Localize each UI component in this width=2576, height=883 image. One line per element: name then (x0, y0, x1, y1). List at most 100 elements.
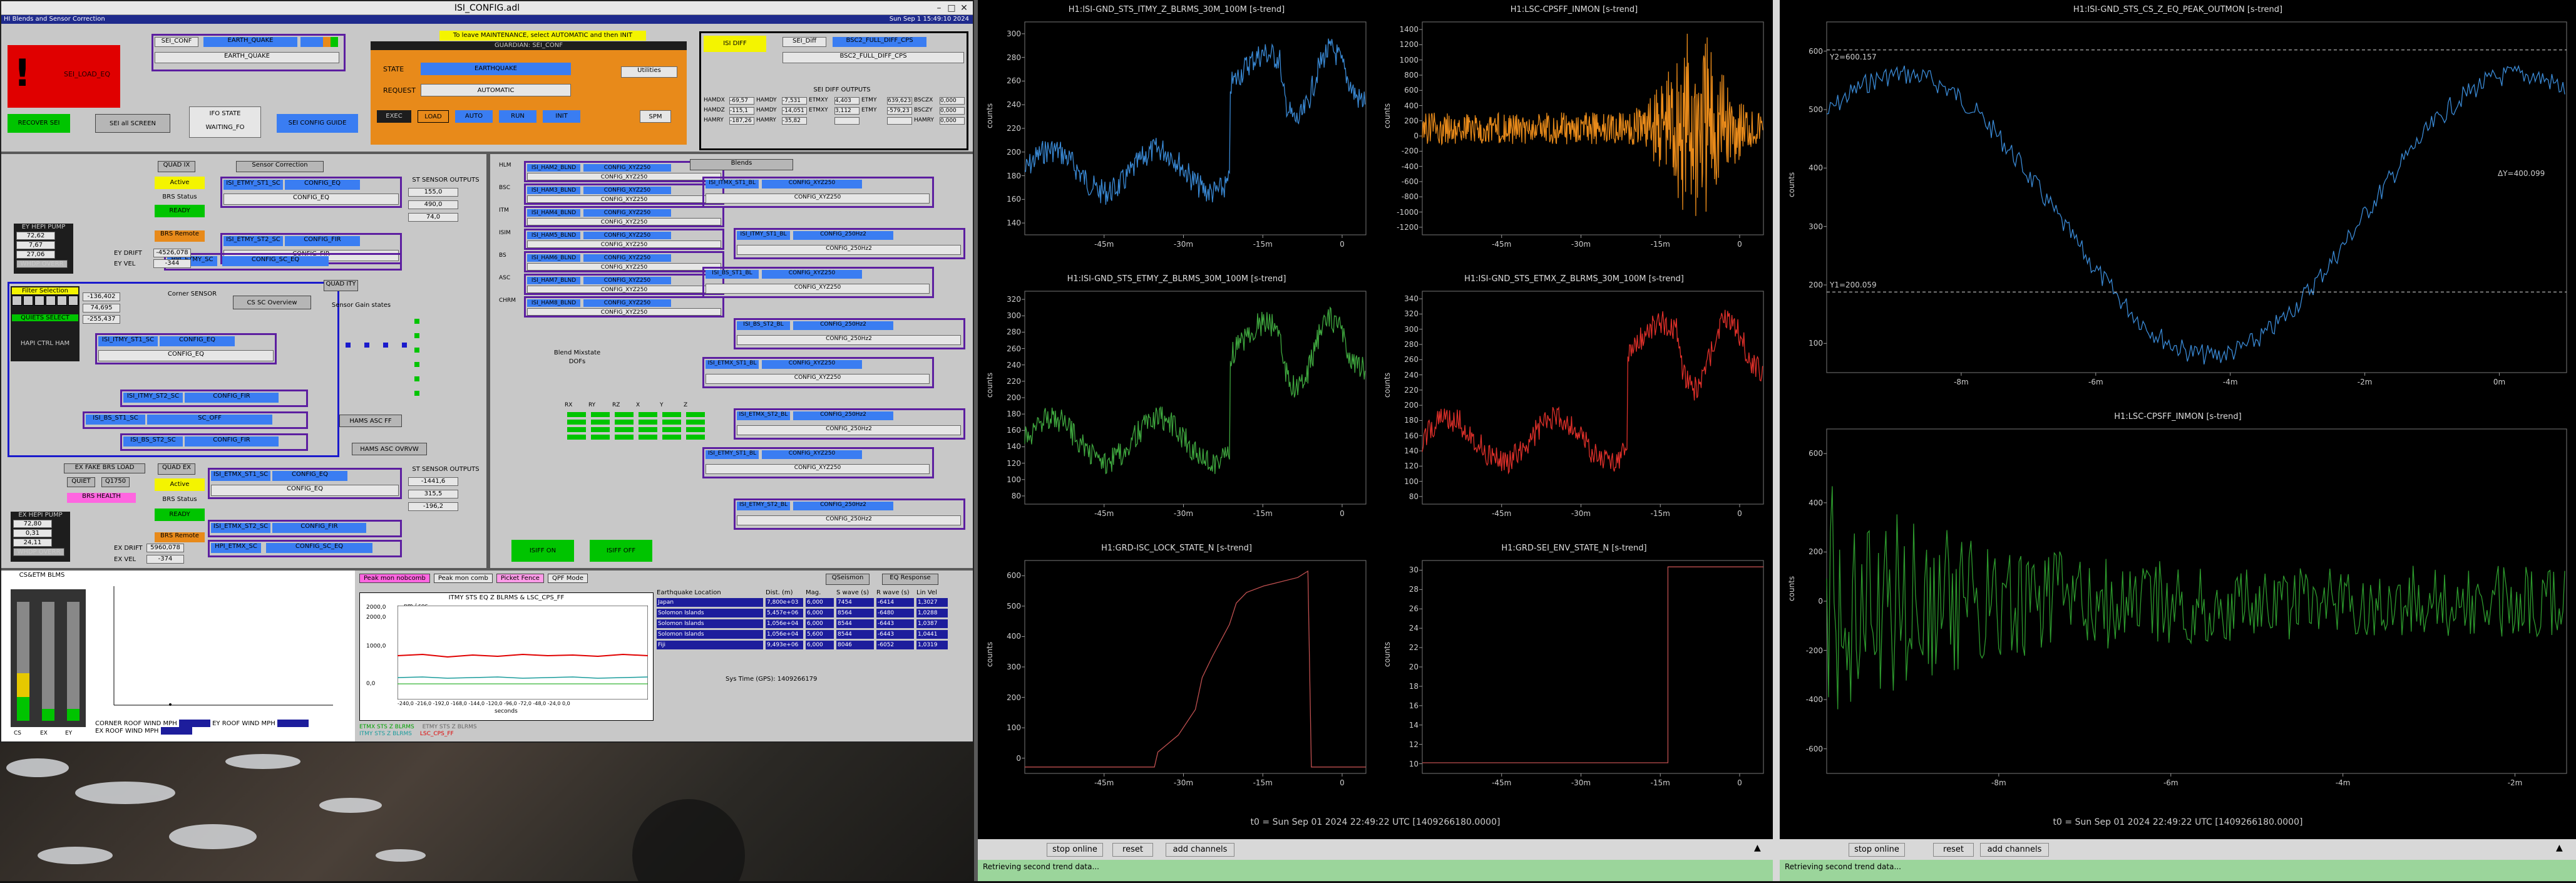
blend-select[interactable]: CONFIG_250Hz2 (737, 515, 961, 525)
diff-label: HAMDX (704, 97, 725, 103)
ham-select[interactable]: CONFIG_XYZ250 (527, 263, 721, 271)
peak-tab[interactable]: Peak mon comb (433, 574, 493, 583)
peak-tab[interactable]: Picket Fence (496, 574, 544, 583)
request-select[interactable]: AUTOMATIC (421, 84, 571, 96)
hepi-val: 0,31 (13, 529, 52, 537)
scope-plot[interactable]: H1:LSC-CPSFF_INMON [s-trend] counts 1400 12… (1375, 0, 1773, 269)
scope-plot[interactable]: H1:GRD-SEI_ENV_STATE_N [s-trend] counts 30… (1375, 539, 1773, 808)
isiff-on-button[interactable]: ISIFF ON (511, 540, 574, 562)
blend-chan-label: Y (660, 402, 664, 408)
brs-health-button[interactable]: BRS HEALTH (67, 493, 136, 503)
isi-diff-button[interactable]: ISI DIFF (704, 36, 766, 52)
brs-remote-button[interactable]: BRS Remote (155, 230, 205, 242)
sei-config-guide-button[interactable]: SEI CONFIG GUIDE (277, 114, 358, 133)
init-button[interactable]: INIT (543, 110, 580, 123)
quiet-button[interactable]: QUIET (67, 477, 95, 487)
blend-select[interactable]: CONFIG_XYZ250 (706, 194, 930, 204)
ham-select[interactable]: CONFIG_XYZ250 (527, 308, 721, 316)
chevron-up-icon[interactable]: ▲ (2556, 843, 2563, 853)
brs-ex-remote-button[interactable]: BRS Remote (155, 532, 205, 542)
hepi-val: 72,62 (16, 232, 55, 240)
ham-select[interactable]: CONFIG_XYZ250 (527, 195, 721, 203)
maximize-icon[interactable]: □ (947, 3, 957, 13)
blend-select[interactable]: CONFIG_XYZ250 (706, 464, 930, 474)
sensor-correction-button[interactable]: Sensor Correction (236, 161, 324, 172)
diff-value: -579,23 (887, 107, 912, 115)
brs-active-status: Active (155, 177, 205, 189)
bsc2-full-select[interactable]: BSC2_FULL_DIFF_CPS (783, 52, 964, 63)
x-tick: 0 (1737, 240, 1742, 249)
minimize-icon[interactable]: – (934, 3, 944, 13)
peak-tab[interactable]: QPF Mode (547, 574, 588, 583)
blend-select[interactable]: CONFIG_XYZ250 (706, 284, 930, 294)
reset-button[interactable]: reset (1112, 843, 1153, 857)
peak-tab[interactable]: Peak mon nobcomb (359, 574, 430, 583)
scope-plot[interactable]: H1:ISI-GND_STS_ITMY_Z_BLRMS_30M_100M [s-… (978, 0, 1375, 269)
earth-quake-select[interactable]: EARTH_QUAKE (155, 52, 339, 63)
cs-overview-button[interactable]: CS SC Overview (233, 296, 311, 309)
quad-ix-button[interactable]: QUAD IX (158, 161, 195, 172)
ndscope-window-2: H1:ISI-GND_STS_CS_Z_EQ_PEAK_OUTMON [s-tr… (1780, 0, 2576, 839)
blend-dot-grid: RX RY RZ X Y Z (565, 352, 709, 446)
close-icon[interactable]: ✕ (959, 3, 969, 13)
diff-value: 0,000 (940, 117, 965, 125)
request-label: REQUEST (383, 86, 416, 95)
blend-chan-label: RY (588, 402, 596, 408)
scope-plot[interactable]: H1:ISI-GND_STS_ETMX_Z_BLRMS_30M_100M [s-… (1375, 269, 1773, 539)
ham-side-label: ISIM (499, 230, 511, 236)
scope-plot[interactable]: H1:LSC-CPSFF_INMON [s-trend] counts 600 400… (1780, 407, 2576, 808)
blend-select[interactable]: CONFIG_XYZ250 (706, 374, 930, 384)
blends-button[interactable]: Blends (690, 159, 793, 170)
blend-select[interactable]: CONFIG_250Hz2 (737, 245, 961, 255)
utilities-button[interactable]: Utilities (621, 66, 677, 78)
spm-button[interactable]: SPM (640, 110, 671, 123)
load-button[interactable]: LOAD (418, 110, 449, 123)
ham-select[interactable]: CONFIG_XYZ250 (527, 240, 721, 248)
exec-select[interactable]: EXEC (377, 110, 411, 123)
eq-cell: 1,3027 (916, 598, 948, 607)
blend-select[interactable]: CONFIG_250Hz2 (737, 335, 961, 345)
y-tick: 340 (1404, 294, 1419, 304)
scope2-toolbar: stop online reset add channels ▲ (1780, 839, 2576, 860)
quad-ex-button[interactable]: QUAD EX (158, 463, 195, 475)
hams-asc-ff-button[interactable]: HAMS ASC FF (339, 415, 402, 427)
ham-select[interactable]: CONFIG_XYZ250 (527, 218, 721, 225)
config-eq-select[interactable]: CONFIG_EQ (211, 485, 399, 496)
y-tick: 500 (1007, 601, 1021, 611)
series-line (1826, 486, 2565, 710)
quad-ity-button[interactable]: QUAD ITY (324, 280, 358, 291)
sei-all-screen-button[interactable]: SEI all SCREEN (95, 114, 170, 133)
recover-sei-button[interactable]: RECOVER SEI (8, 114, 70, 133)
ham-select[interactable]: CONFIG_XYZ250 (527, 173, 721, 180)
eq-response-button[interactable]: EQ Response (882, 574, 938, 585)
blend-select[interactable]: CONFIG_250Hz2 (737, 425, 961, 435)
scope-plot[interactable]: H1:ISI-GND_STS_ETMY_Z_BLRMS_30M_100M [s-… (978, 269, 1375, 539)
whdp-overr-button[interactable]: WHDP OVERR (16, 260, 68, 268)
isiff-off-button[interactable]: ISIFF OFF (590, 540, 652, 562)
eq-cell: 1,056e+04 (766, 630, 803, 639)
reset-button[interactable]: reset (1933, 843, 1974, 857)
stop-online-button[interactable]: stop online (1849, 843, 1905, 857)
ham-select[interactable]: CONFIG_XYZ250 (527, 286, 721, 293)
isi-diff-panel: ISI DIFF SEI_Diff BSC2_FULL_DIFF_CPS BSC… (699, 31, 968, 150)
qseismon-button[interactable]: QSeismon (826, 574, 870, 585)
whdp-overr-button[interactable]: WHDP OVERR (13, 548, 64, 556)
stop-online-button[interactable]: stop online (1047, 843, 1103, 857)
scope-plot[interactable]: H1:ISI-GND_STS_CS_Z_EQ_PEAK_OUTMON [s-tr… (1780, 0, 2576, 407)
eq-legend: ETMX STS Z BLRMS ETMY STS Z BLRMS ITMY S… (359, 724, 477, 738)
y-tick: 200 (1809, 281, 1823, 289)
chevron-up-icon[interactable]: ▲ (1754, 843, 1761, 853)
eq-cell: 8544 (836, 630, 874, 639)
eq-cell: 1,0319 (916, 641, 948, 649)
add-channels-button[interactable]: add channels (1980, 843, 2049, 857)
wind-labels: CORNER ROOF WIND MPH EY ROOF WIND MPH EX… (95, 720, 346, 735)
hams-asc-ovrvw-button[interactable]: HAMS ASC OVRVW (352, 443, 427, 455)
config-eq-select[interactable]: CONFIG_EQ (223, 194, 399, 205)
scope-plot[interactable]: H1:GRD-ISC_LOCK_STATE_N [s-trend] counts 6… (978, 539, 1375, 808)
add-channels-button[interactable]: add channels (1166, 843, 1234, 857)
config-eq-select[interactable]: CONFIG_EQ (98, 350, 274, 361)
auto-button[interactable]: AUTO (455, 110, 493, 123)
q1750-button[interactable]: Q1750 (101, 477, 130, 487)
run-button[interactable]: RUN (499, 110, 536, 123)
config-xyz250-status: CONFIG_XYZ250 (583, 277, 671, 284)
